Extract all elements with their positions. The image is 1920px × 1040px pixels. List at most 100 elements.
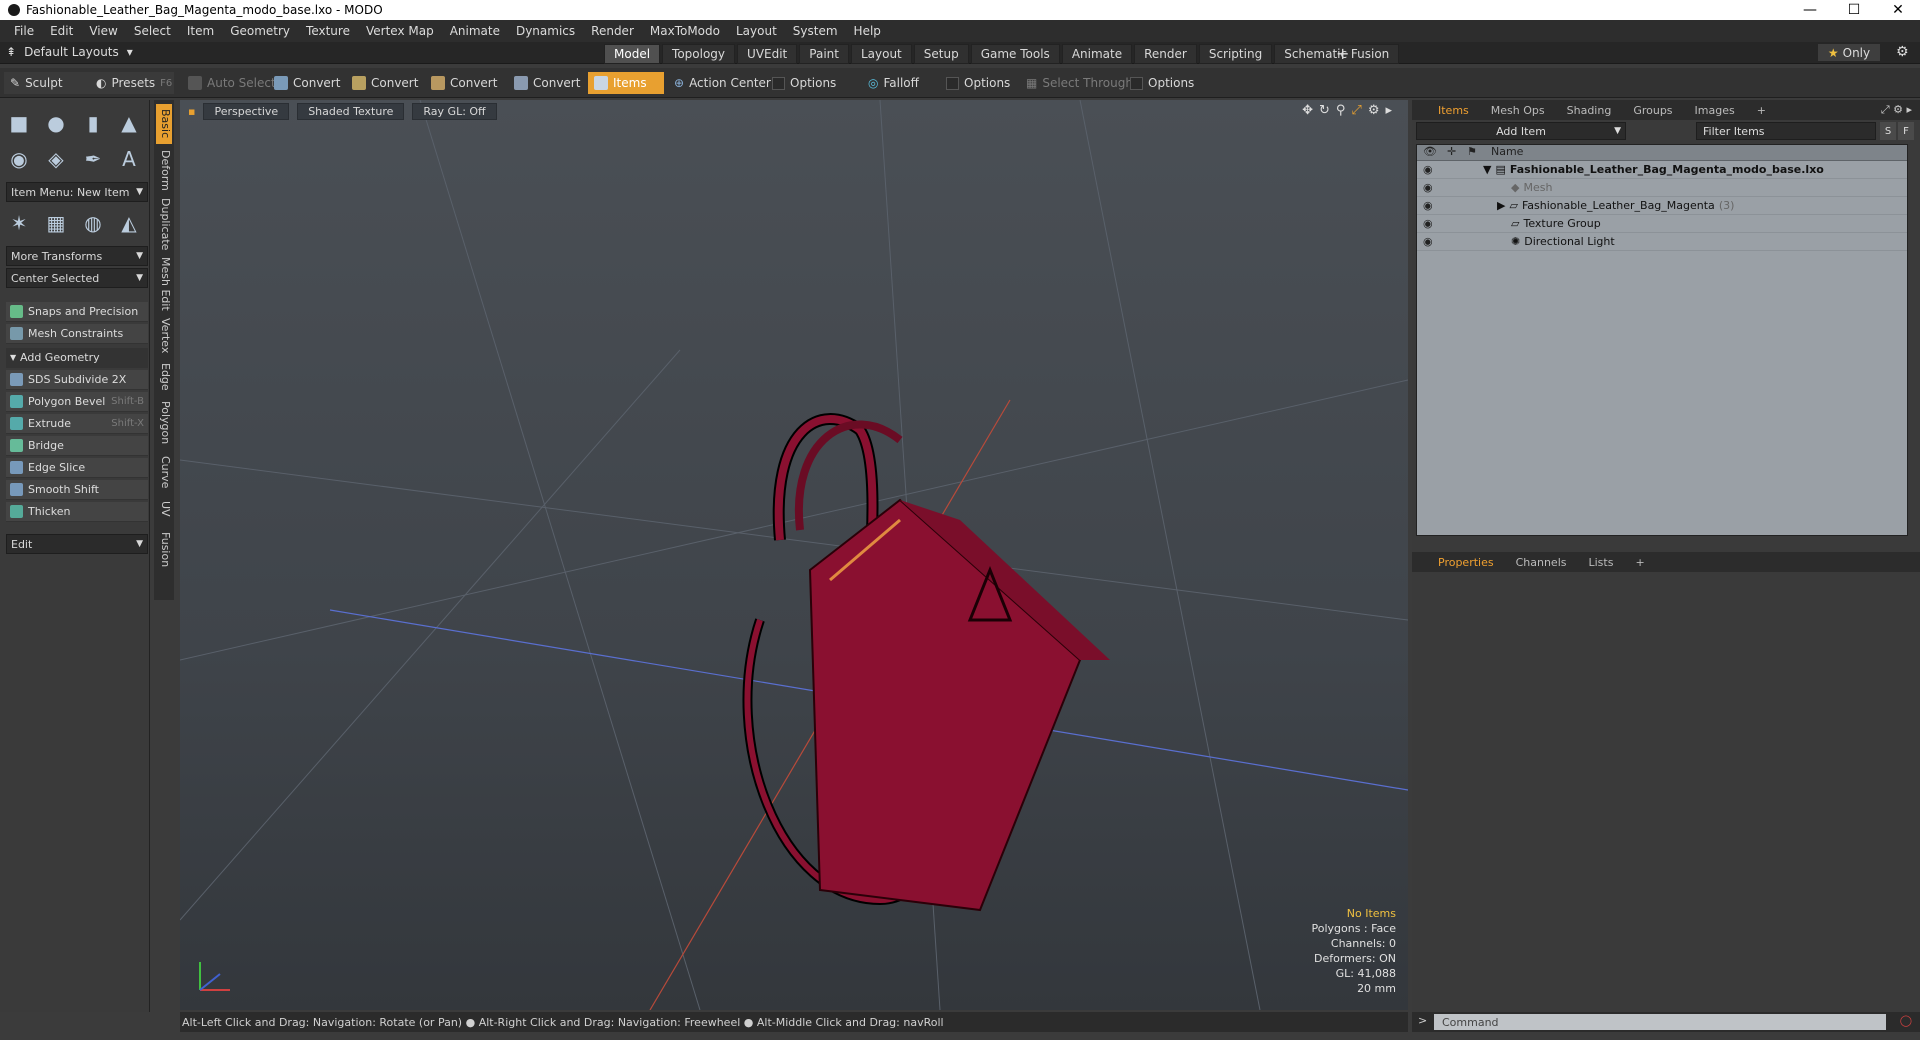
vtab-curve[interactable]: Curve — [156, 452, 172, 492]
minimize-button[interactable]: — — [1788, 0, 1832, 20]
only-toggle[interactable]: ★ Only — [1818, 44, 1880, 61]
tab-setup[interactable]: Setup — [913, 44, 969, 64]
add-geometry-header[interactable]: ▼ Add Geometry — [6, 348, 148, 368]
locator-icon[interactable]: ✶ — [4, 208, 34, 238]
raygl-button[interactable]: Ray GL: Off — [412, 102, 497, 120]
tab-render[interactable]: Render — [1134, 44, 1197, 64]
shading-button[interactable]: Shaded Texture — [297, 102, 405, 120]
mesh-constraints-button[interactable]: Mesh Constraints — [6, 324, 148, 344]
add-item-dropdown[interactable]: Add Item ▼ — [1416, 122, 1626, 140]
layout-collapse-icon[interactable]: ⇞ — [6, 45, 16, 59]
filter-items-input[interactable]: Filter Items — [1696, 122, 1876, 140]
menu-vertex-map[interactable]: Vertex Map — [358, 24, 442, 38]
bridge-button[interactable]: Bridge — [6, 436, 148, 456]
falloff-options[interactable]: Options — [940, 72, 1016, 94]
menu-system[interactable]: System — [785, 24, 846, 38]
eye-icon[interactable]: ◉ — [1423, 217, 1433, 230]
convert-polygon-button[interactable]: Convert — [425, 72, 503, 94]
add-tab-icon[interactable]: + — [1747, 104, 1776, 117]
default-layouts-dropdown[interactable]: Default Layouts — [24, 45, 119, 59]
menu-animate[interactable]: Animate — [442, 24, 508, 38]
expand-arrow-icon[interactable]: ▸ — [1385, 103, 1392, 118]
tree-row[interactable]: ◉ ✺ Directional Light — [1417, 233, 1907, 251]
tab-model[interactable]: Model — [604, 44, 661, 64]
vtab-basic[interactable]: Basic — [156, 104, 172, 144]
record-icon[interactable]: ◯ — [1900, 1014, 1912, 1027]
edge-slice-button[interactable]: Edge Slice — [6, 458, 148, 478]
tab-lists[interactable]: Lists — [1579, 556, 1624, 569]
perspective-button[interactable]: Perspective — [203, 102, 290, 120]
tab-layout[interactable]: Layout — [850, 44, 912, 64]
menu-edit[interactable]: Edit — [42, 24, 81, 38]
tab-shading[interactable]: Shading — [1557, 104, 1622, 117]
item-menu-dropdown[interactable]: Item Menu: New Item ▼ — [6, 182, 148, 202]
smooth-shift-button[interactable]: Smooth Shift — [6, 480, 148, 500]
cone-icon[interactable]: ▲ — [114, 108, 144, 138]
eye-icon[interactable]: ◉ — [1423, 181, 1433, 194]
tab-scripting[interactable]: Scripting — [1198, 44, 1273, 64]
select-through-options[interactable]: Options — [1124, 72, 1200, 94]
tree-item-scene[interactable]: ▼ ▤ Fashionable_Leather_Bag_Magenta_modo… — [1483, 163, 1824, 176]
leather-bag-model[interactable] — [742, 413, 1110, 912]
add-tab-icon[interactable]: + — [1625, 556, 1654, 569]
tab-mesh-ops[interactable]: Mesh Ops — [1481, 104, 1555, 117]
vtab-edge[interactable]: Edge — [156, 360, 172, 394]
menu-file[interactable]: File — [6, 24, 42, 38]
tree-item-light[interactable]: ✺ Directional Light — [1511, 235, 1615, 248]
cube-icon[interactable]: ■ — [4, 108, 34, 138]
tree-row[interactable]: ◉ ▼ ▤ Fashionable_Leather_Bag_Magenta_mo… — [1417, 161, 1907, 179]
maximize-button[interactable]: ☐ — [1832, 0, 1876, 20]
panel-gear-icon[interactable]: ⤢ ⚙ ▸ — [1881, 103, 1912, 117]
viewport-menu-icon[interactable]: ▪ — [188, 105, 195, 118]
tree-item-mesh[interactable]: ◆ Mesh — [1511, 181, 1552, 194]
tab-images[interactable]: Images — [1685, 104, 1745, 117]
sculpt-button[interactable]: ✎ Sculpt — [4, 72, 90, 94]
more-transforms-dropdown[interactable]: More Transforms ▼ — [6, 246, 148, 266]
sds-subdivide-button[interactable]: SDS Subdivide 2X — [6, 370, 148, 390]
close-button[interactable]: ✕ — [1876, 0, 1920, 20]
items-mode-button[interactable]: Items — [588, 72, 664, 94]
vtab-vertex[interactable]: Vertex — [156, 316, 172, 356]
vtab-deform[interactable]: Deform — [156, 148, 172, 192]
polygon-bevel-button[interactable]: Polygon Bevel Shift-B — [6, 392, 148, 412]
presets-button[interactable]: ◐ Presets F6 — [90, 72, 174, 94]
sphere-icon[interactable]: ● — [41, 108, 71, 138]
vtab-uv[interactable]: UV — [156, 496, 172, 522]
eye-icon[interactable]: ◉ — [1423, 235, 1433, 248]
expand-arrow-icon[interactable]: ▶ — [1497, 199, 1505, 212]
vtab-fusion[interactable]: Fusion — [156, 530, 172, 570]
action-center-button[interactable]: ⊕ Action Center — [668, 72, 777, 94]
tab-uvedit[interactable]: UVEdit — [737, 44, 798, 64]
tree-item-bag[interactable]: ▶ ▱ Fashionable_Leather_Bag_Magenta (3) — [1497, 199, 1734, 212]
snaps-precision-button[interactable]: Snaps and Precision — [6, 302, 148, 322]
eye-icon[interactable]: ◉ — [1423, 199, 1433, 212]
tab-items[interactable]: Items — [1428, 104, 1479, 117]
tree-row[interactable]: ◉ ◆ Mesh — [1417, 179, 1907, 197]
vtab-polygon[interactable]: Polygon — [156, 398, 172, 448]
name-column[interactable]: Name — [1491, 145, 1523, 158]
menu-layout[interactable]: Layout — [728, 24, 785, 38]
tab-topology[interactable]: Topology — [662, 44, 736, 64]
center-selected-dropdown[interactable]: Center Selected ▼ — [6, 268, 148, 288]
select-through-button[interactable]: ▦ Select Through — [1020, 72, 1139, 94]
tree-row[interactable]: ◉ ▱ Texture Group — [1417, 215, 1907, 233]
maximize-view-icon[interactable]: ⤢ — [1351, 103, 1361, 118]
rotate-view-icon[interactable]: ↻ — [1319, 103, 1330, 118]
cylinder-icon[interactable]: ▮ — [78, 108, 108, 138]
menu-dynamics[interactable]: Dynamics — [508, 24, 583, 38]
tab-properties[interactable]: Properties — [1428, 556, 1504, 569]
pen-icon[interactable]: ✒ — [78, 144, 108, 174]
tree-item-texture-group[interactable]: ▱ Texture Group — [1511, 217, 1601, 230]
action-center-options[interactable]: Options — [766, 72, 842, 94]
menu-view[interactable]: View — [81, 24, 125, 38]
tree-row[interactable]: ◉ ▶ ▱ Fashionable_Leather_Bag_Magenta (3… — [1417, 197, 1907, 215]
add-tab-icon[interactable]: + — [1336, 44, 1349, 63]
thicken-button[interactable]: Thicken — [6, 502, 148, 522]
eye-icon[interactable]: ◉ — [1423, 163, 1433, 176]
menu-select[interactable]: Select — [126, 24, 179, 38]
auto-select-button[interactable]: Auto Select — [182, 72, 282, 94]
menu-texture[interactable]: Texture — [298, 24, 358, 38]
f-filter-button[interactable]: F — [1898, 122, 1914, 140]
convert-vertex-button[interactable]: Convert — [268, 72, 346, 94]
gear-icon[interactable]: ⚙ — [1896, 44, 1909, 60]
